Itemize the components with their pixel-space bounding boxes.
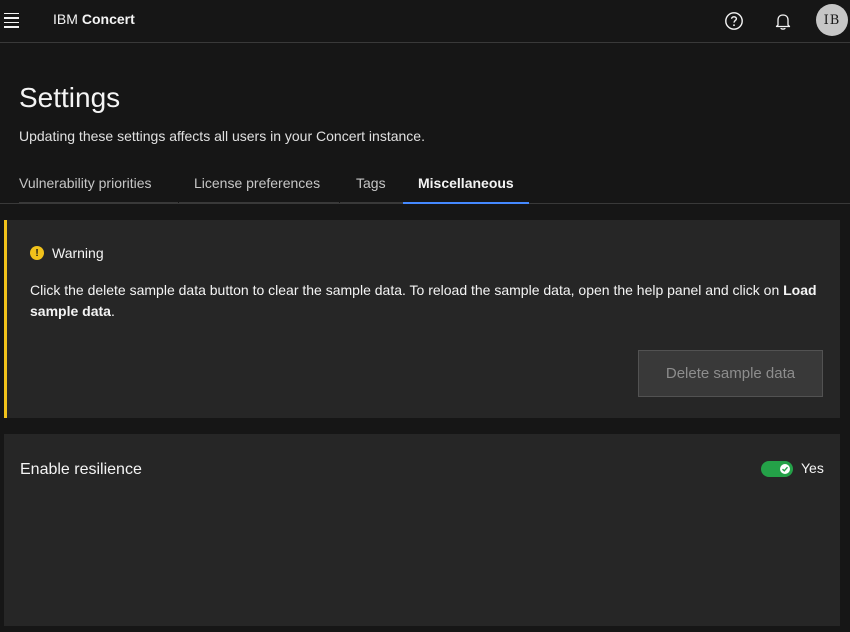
enable-resilience-label: Enable resilience — [20, 461, 142, 478]
resilience-toggle[interactable] — [761, 461, 793, 477]
bell-icon[interactable] — [770, 8, 796, 34]
brand-prefix: IBM — [53, 11, 78, 27]
help-icon[interactable] — [721, 8, 747, 34]
warning-card: ! Warning Click the delete sample data b… — [4, 220, 840, 418]
top-header: IBM Concert IB — [0, 0, 850, 43]
warning-icon: ! — [30, 246, 44, 260]
brand-name[interactable]: IBM Concert — [53, 11, 135, 27]
delete-sample-data-button[interactable]: Delete sample data — [638, 350, 823, 397]
brand-product: Concert — [81, 11, 135, 27]
user-avatar[interactable]: IB — [816, 4, 848, 36]
page-subtitle: Updating these settings affects all user… — [19, 128, 425, 144]
page-title: Settings — [19, 82, 121, 113]
warning-text-main: Click the delete sample data button to c… — [30, 282, 784, 298]
tab-miscellaneous[interactable]: Miscellaneous — [403, 166, 529, 204]
tab-tags[interactable]: Tags — [340, 166, 403, 204]
hamburger-menu-icon[interactable] — [0, 5, 24, 35]
warning-title: Warning — [52, 245, 104, 261]
tab-license-preferences[interactable]: License preferences — [179, 166, 339, 204]
toggle-state-text: Yes — [801, 460, 824, 476]
tab-vulnerability-priorities[interactable]: Vulnerability priorities — [19, 166, 178, 204]
resilience-card: Enable resilience Yes — [4, 434, 840, 626]
warning-text-end: . — [110, 303, 115, 319]
settings-tabs: Vulnerability priorities License prefere… — [0, 166, 850, 204]
checkmark-icon — [780, 464, 790, 474]
warning-text: Click the delete sample data button to c… — [30, 280, 830, 322]
